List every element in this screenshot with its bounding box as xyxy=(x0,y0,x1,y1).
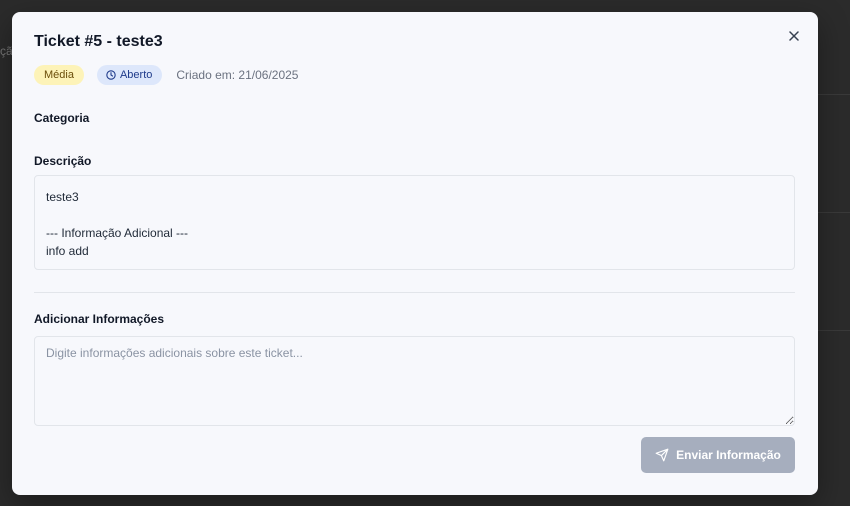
ticket-meta: Média Aberto Criado em: 21/06/2025 xyxy=(34,65,298,85)
description-label: Descrição xyxy=(34,154,92,168)
send-icon xyxy=(655,448,669,462)
backdrop-divider xyxy=(818,94,850,95)
section-divider xyxy=(34,292,795,293)
add-info-input[interactable] xyxy=(34,336,795,426)
modal-title: Ticket #5 - teste3 xyxy=(34,33,163,50)
send-button-label: Enviar Informação xyxy=(676,448,781,462)
status-badge: Aberto xyxy=(96,65,163,85)
add-info-label: Adicionar Informações xyxy=(34,312,165,326)
clock-icon xyxy=(106,70,116,80)
ticket-modal: Ticket #5 - teste3 Média Aberto Criado e… xyxy=(12,12,818,495)
backdrop-text-fragment: çã xyxy=(0,44,12,58)
send-info-button[interactable]: Enviar Informação xyxy=(641,437,795,473)
category-label: Categoria xyxy=(34,111,90,125)
created-date: Criado em: 21/06/2025 xyxy=(176,68,299,82)
close-icon xyxy=(789,31,799,41)
backdrop-divider xyxy=(818,212,850,213)
priority-badge: Média xyxy=(34,65,84,85)
description-text: teste3 --- Informação Adicional --- info… xyxy=(34,175,795,270)
close-button[interactable] xyxy=(784,26,804,46)
status-badge-label: Aberto xyxy=(119,69,153,81)
backdrop-divider xyxy=(818,330,850,331)
